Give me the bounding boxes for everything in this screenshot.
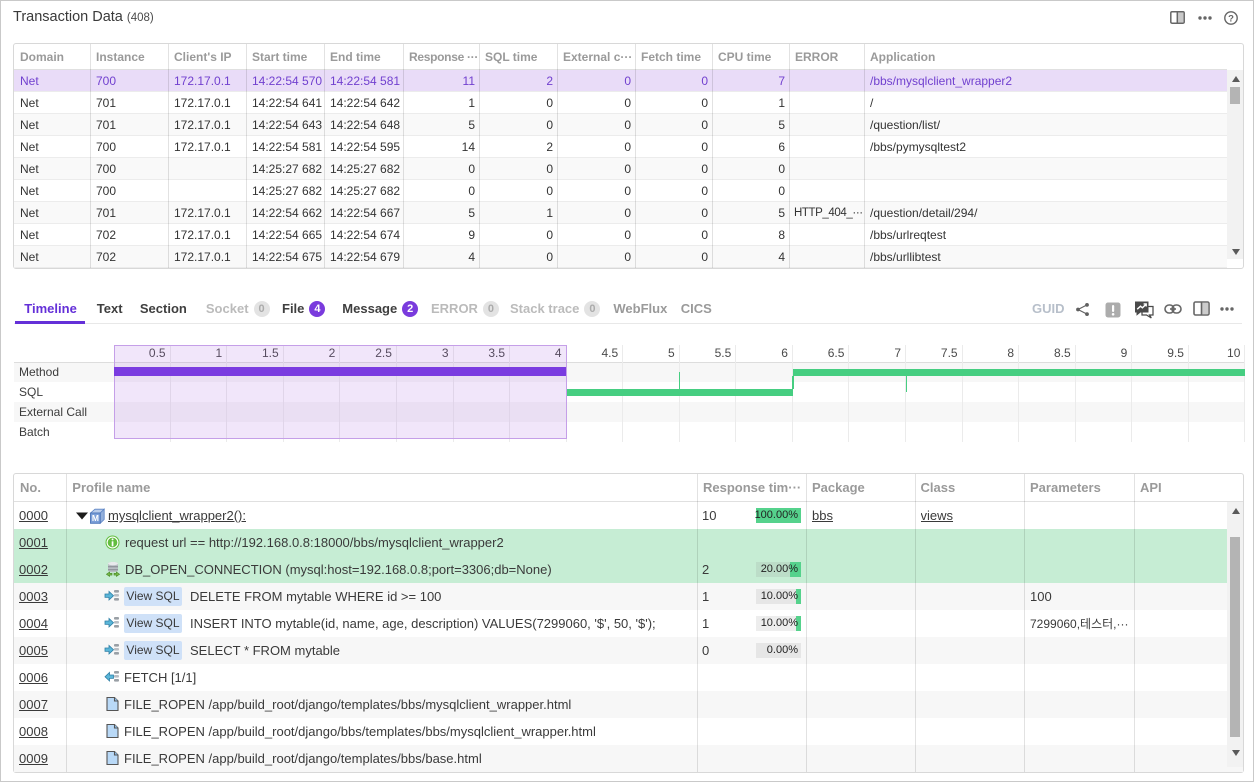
svg-text:M: M bbox=[92, 513, 99, 523]
svg-text:?: ? bbox=[1228, 13, 1234, 24]
